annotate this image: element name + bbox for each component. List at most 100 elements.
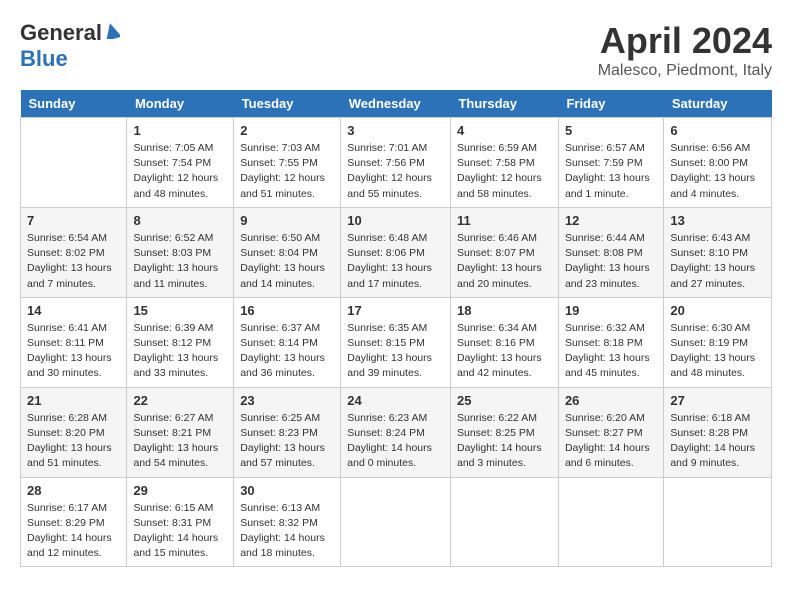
calendar-cell: 7 Sunrise: 6:54 AM Sunset: 8:02 PM Daylig… (21, 207, 127, 297)
calendar-cell (450, 477, 558, 567)
day-info: Sunrise: 7:05 AM Sunset: 7:54 PM Dayligh… (133, 141, 227, 202)
calendar-cell: 14Sunrise: 6:41 AM Sunset: 8:11 PM Dayli… (21, 297, 127, 387)
day-info: Sunrise: 6:27 AM Sunset: 8:21 PM Dayligh… (133, 411, 227, 472)
day-number: 10 (347, 213, 444, 228)
header-thursday: Thursday (450, 90, 558, 118)
day-number: 20 (670, 303, 765, 318)
day-number: 27 (670, 393, 765, 408)
day-info: Sunrise: 7:01 AM Sunset: 7:56 PM Dayligh… (347, 141, 444, 202)
day-number: 12 (565, 213, 657, 228)
header-saturday: Saturday (664, 90, 772, 118)
calendar-cell (341, 477, 451, 567)
header-friday: Friday (558, 90, 663, 118)
calendar-cell: 19 Sunrise: 6:32 AM Sunset: 8:18 PM Dayli… (558, 297, 663, 387)
title-block: April 2024 Malesco, Piedmont, Italy (598, 20, 772, 80)
header-monday: Monday (127, 90, 234, 118)
day-number: 9 (240, 213, 334, 228)
day-info: Sunrise: 6:59 AM Sunset: 7:58 PM Dayligh… (457, 141, 552, 202)
calendar-cell: 11 Sunrise: 6:46 AM Sunset: 8:07 PM Dayli… (450, 207, 558, 297)
calendar-cell: 20 Sunrise: 6:30 AM Sunset: 8:19 PM Dayli… (664, 297, 772, 387)
calendar-cell: 9 Sunrise: 6:50 AM Sunset: 8:04 PM Daylig… (234, 207, 341, 297)
day-info: Sunrise: 6:18 AM Sunset: 8:28 PM Dayligh… (670, 411, 765, 472)
day-info: Sunrise: 6:13 AM Sunset: 8:32 PM Dayligh… (240, 501, 334, 562)
day-number: 13 (670, 213, 765, 228)
day-info: Sunrise: 6:34 AM Sunset: 8:16 PM Dayligh… (457, 321, 552, 382)
day-info: Sunrise: 6:57 AM Sunset: 7:59 PM Dayligh… (565, 141, 657, 202)
day-number: 17 (347, 303, 444, 318)
day-number: 25 (457, 393, 552, 408)
day-info: Sunrise: 6:37 AM Sunset: 8:14 PM Dayligh… (240, 321, 334, 382)
day-number: 30 (240, 483, 334, 498)
logo: General Blue (20, 20, 120, 72)
day-number: 21 (27, 393, 120, 408)
calendar-location: Malesco, Piedmont, Italy (598, 62, 772, 80)
day-info: Sunrise: 7:03 AM Sunset: 7:55 PM Dayligh… (240, 141, 334, 202)
calendar-cell: 27 Sunrise: 6:18 AM Sunset: 8:28 PM Dayli… (664, 387, 772, 477)
calendar-cell: 18 Sunrise: 6:34 AM Sunset: 8:16 PM Dayli… (450, 297, 558, 387)
day-info: Sunrise: 6:32 AM Sunset: 8:18 PM Dayligh… (565, 321, 657, 382)
calendar-cell: 12 Sunrise: 6:44 AM Sunset: 8:08 PM Dayli… (558, 207, 663, 297)
calendar-body: 1 Sunrise: 7:05 AM Sunset: 7:54 PM Daylig… (21, 118, 772, 567)
calendar-cell: 1 Sunrise: 7:05 AM Sunset: 7:54 PM Daylig… (127, 118, 234, 208)
calendar-cell: 15 Sunrise: 6:39 AM Sunset: 8:12 PM Dayli… (127, 297, 234, 387)
day-info: Sunrise: 6:35 AM Sunset: 8:15 PM Dayligh… (347, 321, 444, 382)
calendar-cell: 17 Sunrise: 6:35 AM Sunset: 8:15 PM Dayli… (341, 297, 451, 387)
calendar-cell: 8 Sunrise: 6:52 AM Sunset: 8:03 PM Daylig… (127, 207, 234, 297)
day-info: Sunrise: 6:17 AM Sunset: 8:29 PM Dayligh… (27, 501, 120, 562)
day-number: 11 (457, 213, 552, 228)
day-info: Sunrise: 6:25 AM Sunset: 8:23 PM Dayligh… (240, 411, 334, 472)
day-number: 23 (240, 393, 334, 408)
day-number: 29 (133, 483, 227, 498)
day-number: 24 (347, 393, 444, 408)
day-number: 5 (565, 123, 657, 138)
logo-blue-text: Blue (20, 46, 68, 71)
page-header: General Blue April 2024 Malesco, Piedmon… (20, 20, 772, 80)
calendar-cell (558, 477, 663, 567)
calendar-cell: 23 Sunrise: 6:25 AM Sunset: 8:23 PM Dayli… (234, 387, 341, 477)
day-info: Sunrise: 6:54 AM Sunset: 8:02 PM Dayligh… (27, 231, 120, 292)
day-number: 6 (670, 123, 765, 138)
day-info: Sunrise: 6:39 AM Sunset: 8:12 PM Dayligh… (133, 321, 227, 382)
day-info: Sunrise: 6:23 AM Sunset: 8:24 PM Dayligh… (347, 411, 444, 472)
day-info: Sunrise: 6:15 AM Sunset: 8:31 PM Dayligh… (133, 501, 227, 562)
day-info: Sunrise: 6:56 AM Sunset: 8:00 PM Dayligh… (670, 141, 765, 202)
header-tuesday: Tuesday (234, 90, 341, 118)
day-number: 18 (457, 303, 552, 318)
calendar-cell: 25 Sunrise: 6:22 AM Sunset: 8:25 PM Dayli… (450, 387, 558, 477)
day-number: 1 (133, 123, 227, 138)
calendar-table: Sunday Monday Tuesday Wednesday Thursday… (20, 90, 772, 567)
calendar-cell: 2 Sunrise: 7:03 AM Sunset: 7:55 PM Daylig… (234, 118, 341, 208)
logo-triangle-icon (104, 23, 120, 44)
day-number: 4 (457, 123, 552, 138)
day-info: Sunrise: 6:43 AM Sunset: 8:10 PM Dayligh… (670, 231, 765, 292)
day-info: Sunrise: 6:20 AM Sunset: 8:27 PM Dayligh… (565, 411, 657, 472)
calendar-cell: 6 Sunrise: 6:56 AM Sunset: 8:00 PM Daylig… (664, 118, 772, 208)
calendar-cell: 29 Sunrise: 6:15 AM Sunset: 8:31 PM Dayli… (127, 477, 234, 567)
calendar-cell: 13 Sunrise: 6:43 AM Sunset: 8:10 PM Dayli… (664, 207, 772, 297)
day-info: Sunrise: 6:30 AM Sunset: 8:19 PM Dayligh… (670, 321, 765, 382)
day-info: Sunrise: 6:46 AM Sunset: 8:07 PM Dayligh… (457, 231, 552, 292)
calendar-cell: 21 Sunrise: 6:28 AM Sunset: 8:20 PM Dayli… (21, 387, 127, 477)
day-number: 28 (27, 483, 120, 498)
day-info: Sunrise: 6:52 AM Sunset: 8:03 PM Dayligh… (133, 231, 227, 292)
day-number: 3 (347, 123, 444, 138)
header-sunday: Sunday (21, 90, 127, 118)
calendar-cell (21, 118, 127, 208)
day-number: 7 (27, 213, 120, 228)
calendar-cell: 4 Sunrise: 6:59 AM Sunset: 7:58 PM Daylig… (450, 118, 558, 208)
calendar-cell: 16 Sunrise: 6:37 AM Sunset: 8:14 PM Dayli… (234, 297, 341, 387)
day-number: 2 (240, 123, 334, 138)
day-info: Sunrise: 6:50 AM Sunset: 8:04 PM Dayligh… (240, 231, 334, 292)
day-info: Sunrise: 6:48 AM Sunset: 8:06 PM Dayligh… (347, 231, 444, 292)
day-number: 15 (133, 303, 227, 318)
day-number: 16 (240, 303, 334, 318)
day-info: Sunrise: 6:28 AM Sunset: 8:20 PM Dayligh… (27, 411, 120, 472)
logo-general-text: General (20, 20, 102, 46)
day-info: Sunrise: 6:22 AM Sunset: 8:25 PM Dayligh… (457, 411, 552, 472)
day-info: Sunrise: 6:44 AM Sunset: 8:08 PM Dayligh… (565, 231, 657, 292)
calendar-cell (664, 477, 772, 567)
day-number: 8 (133, 213, 227, 228)
day-number: 19 (565, 303, 657, 318)
calendar-cell: 26Sunrise: 6:20 AM Sunset: 8:27 PM Dayli… (558, 387, 663, 477)
day-number: 14 (27, 303, 120, 318)
